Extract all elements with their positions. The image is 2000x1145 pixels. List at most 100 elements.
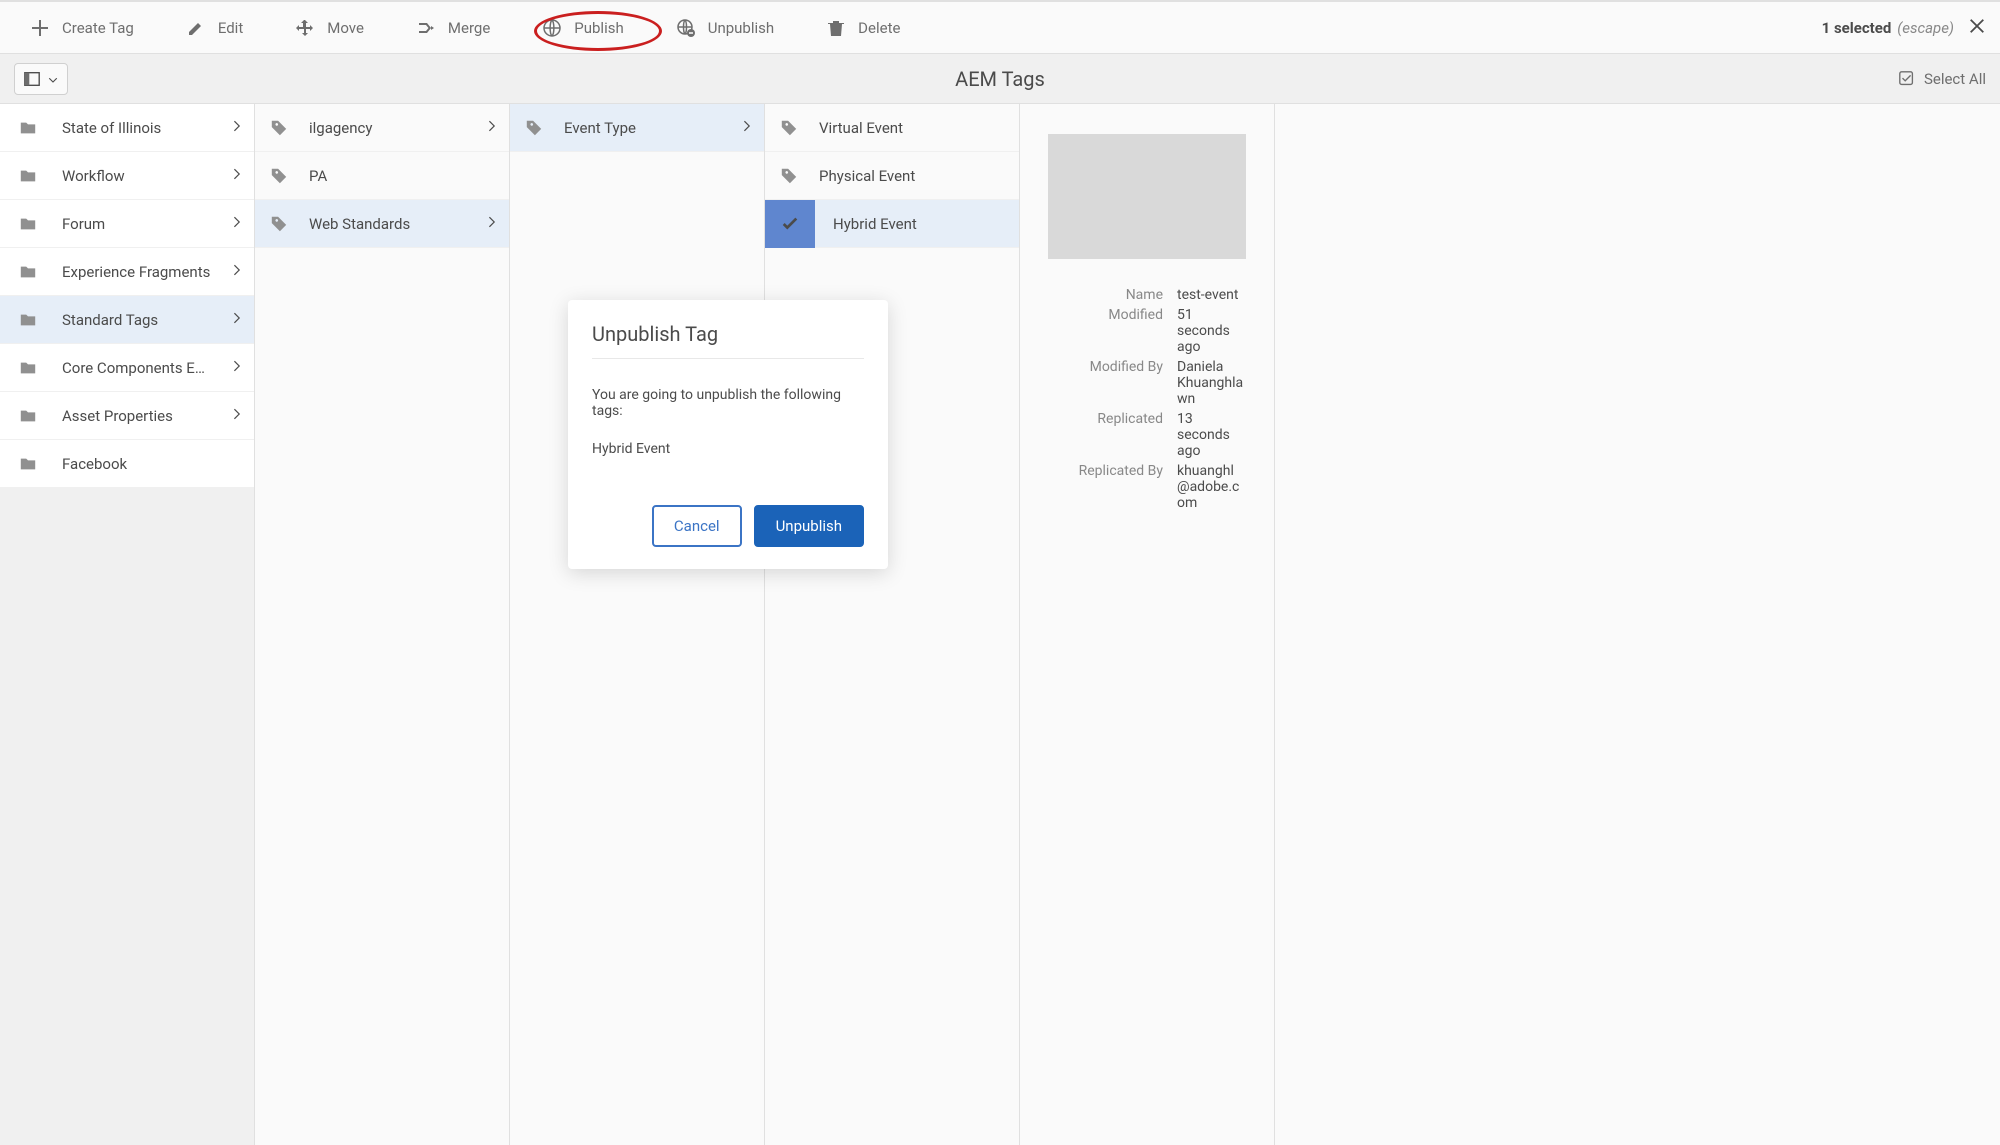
column-2: Event Type xyxy=(510,104,765,1145)
column-item[interactable]: Physical Event xyxy=(765,152,1019,200)
column-item-label: Physical Event xyxy=(819,167,977,185)
column-item[interactable]: Event Type xyxy=(510,104,764,152)
column-item[interactable]: Virtual Event xyxy=(765,104,1019,152)
globe-x-icon xyxy=(676,18,696,38)
publish-button[interactable]: Publish xyxy=(526,10,639,46)
create-tag-button[interactable]: Create Tag xyxy=(14,10,150,46)
escape-hint: (escape) xyxy=(1897,19,1954,37)
chevron-right-icon xyxy=(232,216,244,232)
column-item[interactable]: Facebook xyxy=(0,440,254,488)
column-item-label: Forum xyxy=(62,215,212,233)
column-item[interactable]: Forum xyxy=(0,200,254,248)
unpublish-button[interactable]: Unpublish xyxy=(660,10,790,46)
column-item[interactable]: ilgagency xyxy=(255,104,509,152)
dialog-message: You are going to unpublish the following… xyxy=(592,387,864,419)
column-item-label: Facebook xyxy=(62,455,212,473)
selected-count: 1 selected xyxy=(1822,19,1892,37)
action-label: Create Tag xyxy=(62,19,134,37)
column-item-label: Hybrid Event xyxy=(833,215,997,233)
unpublish-dialog: Unpublish Tag You are going to unpublish… xyxy=(568,300,888,569)
merge-icon xyxy=(416,18,436,38)
chevron-right-icon xyxy=(232,312,244,328)
dialog-tag-name: Hybrid Event xyxy=(592,441,864,457)
tag-icon xyxy=(269,166,289,186)
plus-icon xyxy=(30,18,50,38)
column-item-label: Standard Tags xyxy=(62,311,212,329)
column-item[interactable]: Standard Tags xyxy=(0,296,254,344)
action-label: Unpublish xyxy=(708,19,774,37)
column-item[interactable]: State of Illinois xyxy=(0,104,254,152)
title-bar: AEM Tags Select All xyxy=(0,54,2000,104)
column-item-label: Experience Fragments xyxy=(62,263,212,281)
chevron-right-icon xyxy=(232,408,244,424)
column-item[interactable]: Web Standards xyxy=(255,200,509,248)
column-item-label: State of Illinois xyxy=(62,119,212,137)
folder-icon xyxy=(18,406,38,426)
folder-icon xyxy=(18,214,38,234)
column-item[interactable]: Workflow xyxy=(0,152,254,200)
action-label: Delete xyxy=(858,19,900,37)
select-all-button[interactable]: Select All xyxy=(1898,70,1986,88)
chevron-right-icon xyxy=(232,120,244,136)
column-item[interactable]: Hybrid Event xyxy=(765,200,1019,248)
action-bar: Create Tag Edit Move Merge Publish Unpub… xyxy=(0,0,2000,54)
column-item-label: Core Components Exa… xyxy=(62,359,212,377)
select-all-label: Select All xyxy=(1924,70,1986,88)
chevron-right-icon xyxy=(232,168,244,184)
merge-button[interactable]: Merge xyxy=(400,10,506,46)
meta-key-replicatedby: Replicated By xyxy=(1048,463,1163,511)
meta-val-replicated: 13 seconds ago xyxy=(1177,411,1246,459)
detail-metadata: Nametest-event Modified51 seconds ago Mo… xyxy=(1048,287,1246,511)
column-item-label: Workflow xyxy=(62,167,212,185)
column-1: ilgagency PA Web Standards xyxy=(255,104,510,1145)
meta-val-name: test-event xyxy=(1177,287,1246,303)
folder-icon xyxy=(18,262,38,282)
pencil-icon xyxy=(186,18,206,38)
tag-icon xyxy=(269,118,289,138)
column-item[interactable]: PA xyxy=(255,152,509,200)
detail-panel: Nametest-event Modified51 seconds ago Mo… xyxy=(1020,104,1275,1145)
column-item-label: Asset Properties xyxy=(62,407,212,425)
detail-thumbnail xyxy=(1048,134,1246,259)
action-label: Merge xyxy=(448,19,490,37)
trash-icon xyxy=(826,18,846,38)
action-label: Publish xyxy=(574,19,623,37)
tag-icon xyxy=(269,214,289,234)
rail-toggle-button[interactable] xyxy=(14,63,68,95)
column-item-label: Web Standards xyxy=(309,215,467,233)
deselect-button[interactable] xyxy=(1968,17,1986,39)
tag-icon xyxy=(524,118,544,138)
chevron-right-icon xyxy=(742,120,754,136)
column-browser: State of Illinois Workflow Forum Experience… xyxy=(0,104,2000,1145)
chevron-right-icon xyxy=(232,264,244,280)
action-label: Move xyxy=(327,19,364,37)
column-item[interactable]: Asset Properties xyxy=(0,392,254,440)
column-0: State of Illinois Workflow Forum Experience… xyxy=(0,104,255,1145)
unpublish-confirm-button[interactable]: Unpublish xyxy=(754,505,864,547)
select-all-icon xyxy=(1898,70,1916,88)
chevron-right-icon xyxy=(487,216,499,232)
column-item-label: ilgagency xyxy=(309,119,467,137)
column-3: Virtual Event Physical Event Hybrid Event xyxy=(765,104,1020,1145)
meta-key-name: Name xyxy=(1048,287,1163,303)
move-icon xyxy=(295,18,315,38)
folder-icon xyxy=(18,310,38,330)
cancel-button[interactable]: Cancel xyxy=(652,505,742,547)
folder-icon xyxy=(18,358,38,378)
meta-val-modifiedby: Daniela Khuanghlawn xyxy=(1177,359,1246,407)
folder-icon xyxy=(18,454,38,474)
move-button[interactable]: Move xyxy=(279,10,380,46)
rail-icon xyxy=(23,70,41,88)
folder-icon xyxy=(18,118,38,138)
column-item[interactable]: Experience Fragments xyxy=(0,248,254,296)
edit-button[interactable]: Edit xyxy=(170,10,259,46)
action-label: Edit xyxy=(218,19,243,37)
column-item-label: Virtual Event xyxy=(819,119,977,137)
column-item-label: Event Type xyxy=(564,119,722,137)
chevron-right-icon xyxy=(487,120,499,136)
delete-button[interactable]: Delete xyxy=(810,10,916,46)
tag-icon xyxy=(779,118,799,138)
meta-key-replicated: Replicated xyxy=(1048,411,1163,459)
column-item[interactable]: Core Components Exa… xyxy=(0,344,254,392)
dialog-title: Unpublish Tag xyxy=(592,322,864,359)
